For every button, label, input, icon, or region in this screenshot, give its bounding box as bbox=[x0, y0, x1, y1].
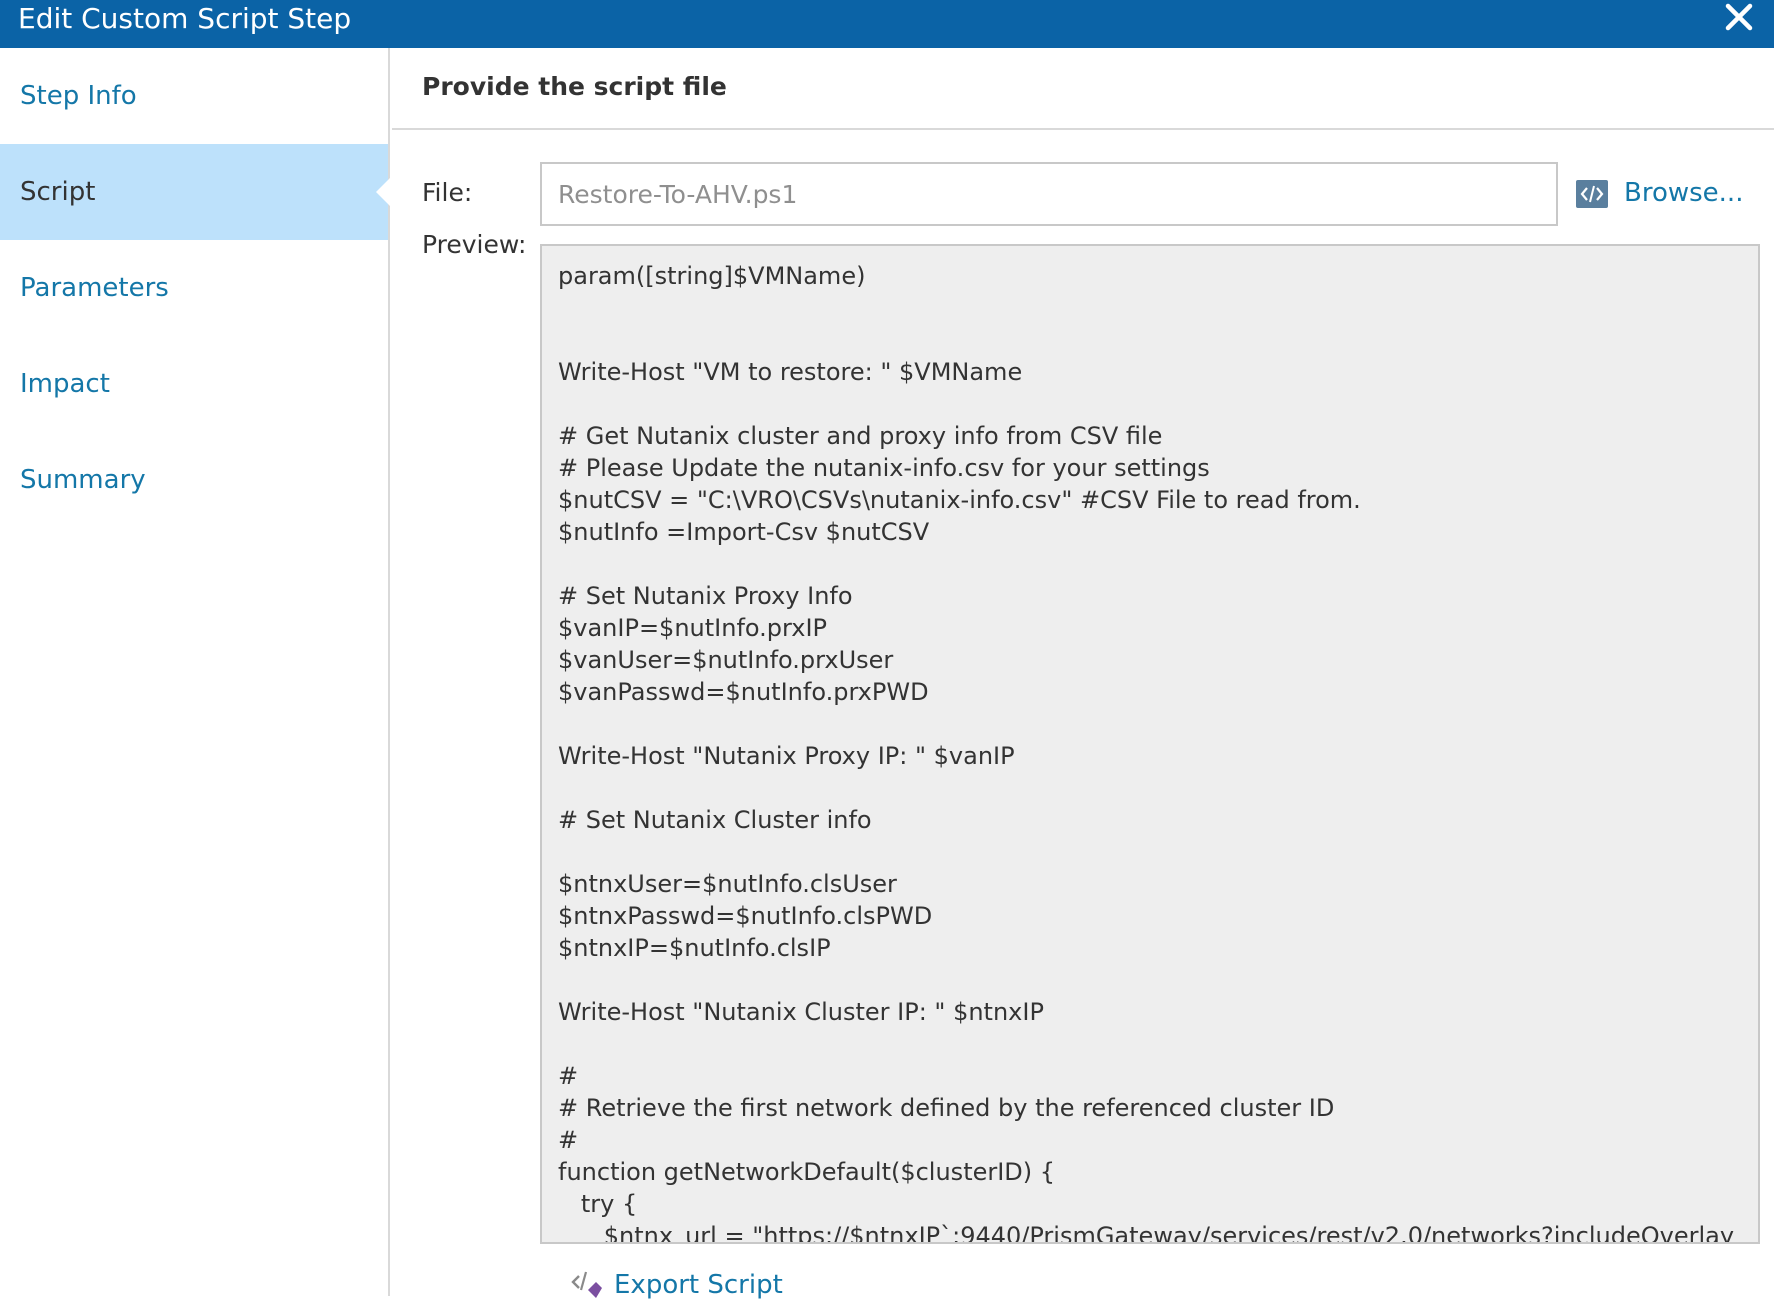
browse-label: Browse... bbox=[1624, 178, 1744, 208]
close-icon[interactable] bbox=[1722, 0, 1756, 34]
sidebar-item-label: Impact bbox=[20, 369, 110, 399]
sidebar-item-label: Summary bbox=[20, 465, 146, 495]
sidebar-item-script[interactable]: Script bbox=[0, 144, 390, 240]
dialog-title: Edit Custom Script Step bbox=[18, 2, 352, 35]
file-input[interactable] bbox=[540, 162, 1558, 226]
script-preview[interactable]: param([string]$VMName) Write-Host "VM to… bbox=[540, 244, 1760, 1244]
sidebar-item-summary[interactable]: Summary bbox=[0, 432, 388, 528]
file-label: File: bbox=[422, 178, 473, 207]
script-icon bbox=[1576, 180, 1608, 208]
script-preview-text: param([string]$VMName) Write-Host "VM to… bbox=[558, 262, 1735, 1244]
sidebar-item-label: Script bbox=[20, 177, 96, 207]
preview-label: Preview: bbox=[422, 230, 527, 259]
main-panel: Provide the script file File: Browse... … bbox=[392, 48, 1774, 1300]
sidebar-item-label: Parameters bbox=[20, 273, 169, 303]
sidebar-item-label: Step Info bbox=[20, 81, 137, 111]
sidebar-item-impact[interactable]: Impact bbox=[0, 336, 388, 432]
wizard-sidebar: Step Info Script Parameters Impact Summa… bbox=[0, 48, 390, 1296]
section-header: Provide the script file bbox=[392, 48, 1774, 130]
sidebar-item-step-info[interactable]: Step Info bbox=[0, 48, 388, 144]
section-heading: Provide the script file bbox=[422, 72, 727, 101]
sidebar-item-parameters[interactable]: Parameters bbox=[0, 240, 388, 336]
dialog-titlebar: Edit Custom Script Step bbox=[0, 0, 1774, 48]
